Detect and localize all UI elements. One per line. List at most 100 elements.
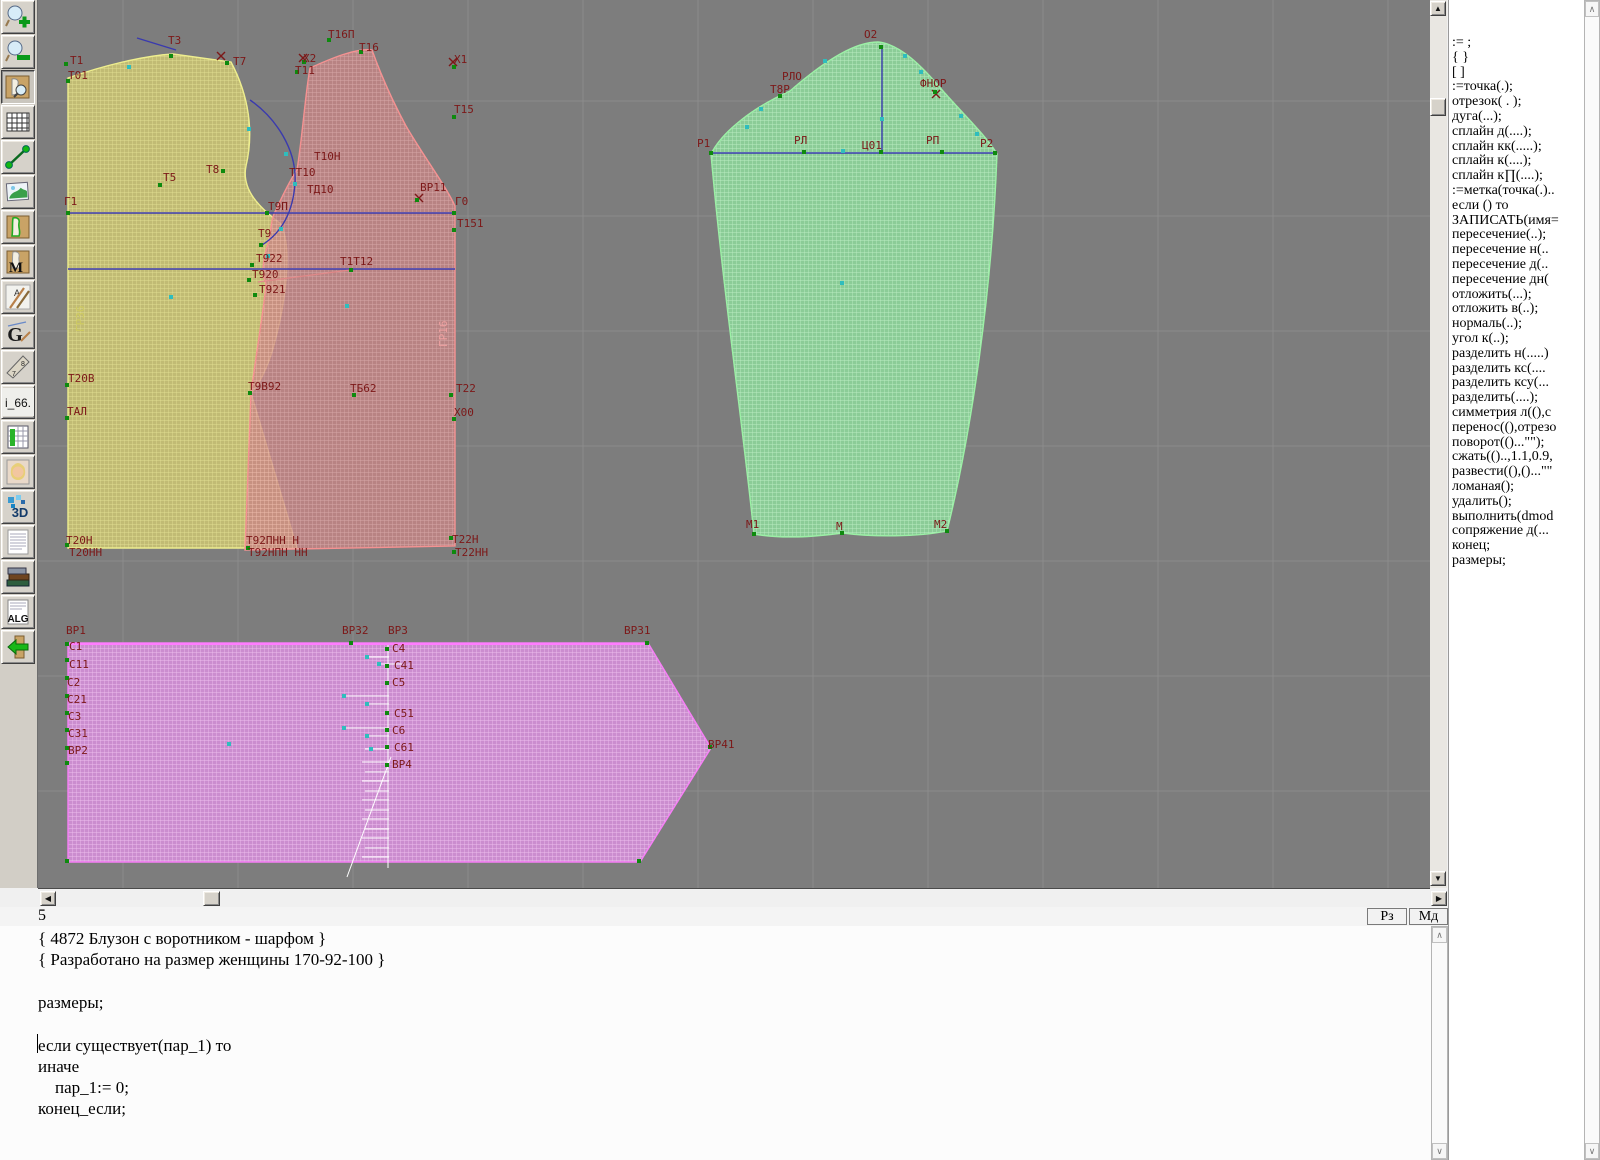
pattern-point[interactable] <box>158 183 162 187</box>
pattern-point[interactable] <box>709 151 713 155</box>
command-item[interactable]: пересечение д(.. <box>1452 258 1582 273</box>
pattern-point[interactable] <box>637 859 641 863</box>
command-item[interactable]: ломаная(); <box>1452 480 1582 495</box>
command-item[interactable]: симметрия л((),с <box>1452 406 1582 421</box>
command-item[interactable]: ЗАПИСАТЬ(имя= <box>1452 214 1582 229</box>
piece-outline-button[interactable] <box>1 210 35 244</box>
zoom-out-button[interactable] <box>1 35 35 69</box>
piece-m-button[interactable]: M <box>1 245 35 279</box>
pattern-point[interactable] <box>385 647 389 651</box>
command-item[interactable]: сплайн к(....); <box>1452 154 1582 169</box>
portrait-button[interactable] <box>1 455 35 489</box>
command-item[interactable]: разделить ксу(... <box>1452 376 1582 391</box>
pattern-point[interactable] <box>385 711 389 715</box>
scroll-up-button[interactable]: ▲ <box>1430 1 1446 16</box>
threed-button[interactable]: 3D <box>1 490 35 524</box>
code-editor[interactable]: { 4872 Блузон с воротником - шарфом }{ Р… <box>0 926 1431 1160</box>
pattern-point[interactable] <box>933 90 937 94</box>
pattern-point[interactable] <box>385 728 389 732</box>
pattern-point[interactable] <box>349 641 353 645</box>
command-item[interactable]: :=точка(.); <box>1452 80 1582 95</box>
command-item[interactable]: размеры; <box>1452 554 1582 569</box>
command-item[interactable]: := ; <box>1452 36 1582 51</box>
command-item[interactable]: удалить(); <box>1452 495 1582 510</box>
command-item[interactable]: перенос((),отрезо <box>1452 421 1582 436</box>
zoom-in-button[interactable] <box>1 0 35 34</box>
command-item[interactable]: если () то <box>1452 199 1582 214</box>
pattern-point[interactable] <box>993 151 997 155</box>
command-item[interactable]: дуга(...); <box>1452 110 1582 125</box>
pattern-point[interactable] <box>940 150 944 154</box>
pattern-point[interactable] <box>221 169 225 173</box>
exit-button[interactable] <box>1 630 35 664</box>
image-button[interactable] <box>1 175 35 209</box>
command-item[interactable]: сопряжение д(... <box>1452 524 1582 539</box>
pattern-point[interactable] <box>349 268 353 272</box>
pattern-canvas[interactable]: Т1Т01Т3Т7Х2Т11Т16ПТ16Х1Т15Т5Т8Т10НТТ10ТД… <box>38 0 1430 889</box>
commands-scrollbar[interactable]: ∧ ∨ <box>1584 0 1600 1160</box>
command-item[interactable]: конец; <box>1452 539 1582 554</box>
pattern-point[interactable] <box>65 859 69 863</box>
pattern-point[interactable] <box>752 532 756 536</box>
command-item[interactable]: нормаль(..); <box>1452 317 1582 332</box>
command-item[interactable]: сплайн кк(.....); <box>1452 140 1582 155</box>
horizontal-scroll-thumb[interactable] <box>203 891 220 906</box>
command-item[interactable]: развести((),()..."" <box>1452 465 1582 480</box>
command-item[interactable]: поворот(()...""); <box>1452 436 1582 451</box>
md-button[interactable]: Мд <box>1409 908 1448 925</box>
editor-scrollbar[interactable]: ∧ ∨ <box>1431 926 1448 1160</box>
pattern-point[interactable] <box>645 641 649 645</box>
pattern-point[interactable] <box>66 211 70 215</box>
scroll-down-button[interactable]: ▼ <box>1430 871 1446 886</box>
books-button[interactable] <box>1 560 35 594</box>
command-item[interactable]: выполнить(dmod <box>1452 510 1582 525</box>
command-item[interactable]: отложить(...); <box>1452 288 1582 303</box>
pattern-point[interactable] <box>449 393 453 397</box>
command-item[interactable]: разделить кс(.... <box>1452 362 1582 377</box>
rz-button[interactable]: Рз <box>1367 908 1407 925</box>
ruler-button[interactable]: 78 <box>1 350 35 384</box>
pattern-point[interactable] <box>385 664 389 668</box>
notes-button[interactable] <box>1 525 35 559</box>
pattern-point[interactable] <box>879 45 883 49</box>
view-pieces-button[interactable] <box>1 70 35 104</box>
editor-scroll-down[interactable]: ∨ <box>1432 1143 1447 1159</box>
command-item[interactable]: пересечение(..); <box>1452 228 1582 243</box>
command-item[interactable]: отложить в(..); <box>1452 302 1582 317</box>
grazia-g-button[interactable]: G <box>1 315 35 349</box>
pattern-point[interactable] <box>385 681 389 685</box>
pattern-point[interactable] <box>259 243 263 247</box>
pattern-point[interactable] <box>802 150 806 154</box>
table-button[interactable] <box>1 420 35 454</box>
drafting-button[interactable]: A <box>1 280 35 314</box>
editor-scroll-up[interactable]: ∧ <box>1432 927 1447 943</box>
command-item[interactable]: отрезок( . ); <box>1452 95 1582 110</box>
commands-scroll-down[interactable]: ∨ <box>1585 1143 1599 1159</box>
command-item[interactable]: пересечение дн( <box>1452 273 1582 288</box>
pattern-point[interactable] <box>250 263 254 267</box>
command-item[interactable]: [ ] <box>1452 66 1582 81</box>
alg-button[interactable]: ALG <box>1 595 35 629</box>
canvas-horizontal-scrollbar[interactable]: ◀ ▶ <box>0 890 1448 907</box>
command-item[interactable]: :=метка(точка(.).. <box>1452 184 1582 199</box>
command-item[interactable]: разделить(....); <box>1452 391 1582 406</box>
grid-button[interactable] <box>1 105 35 139</box>
pattern-point[interactable] <box>225 61 229 65</box>
pattern-point[interactable] <box>415 198 419 202</box>
command-item[interactable]: { } <box>1452 51 1582 66</box>
vertical-scroll-thumb[interactable] <box>1430 98 1446 116</box>
canvas-vertical-scrollbar[interactable]: ▲ ▼ <box>1430 0 1447 888</box>
pattern-point[interactable] <box>452 228 456 232</box>
i66-button[interactable]: i_66. <box>1 385 35 419</box>
collar-scarf-piece[interactable] <box>68 643 711 862</box>
command-item[interactable]: угол к(..); <box>1452 332 1582 347</box>
pattern-point[interactable] <box>385 745 389 749</box>
pattern-point[interactable] <box>452 211 456 215</box>
scroll-right-button[interactable]: ▶ <box>1431 891 1447 906</box>
command-item[interactable]: разделить н(.....) <box>1452 347 1582 362</box>
pattern-point[interactable] <box>247 278 251 282</box>
command-item[interactable]: пересечение н(.. <box>1452 243 1582 258</box>
pattern-point[interactable] <box>385 763 389 767</box>
command-item[interactable]: сжать(()..,1.1,0.9, <box>1452 450 1582 465</box>
commands-scroll-up[interactable]: ∧ <box>1585 1 1599 17</box>
